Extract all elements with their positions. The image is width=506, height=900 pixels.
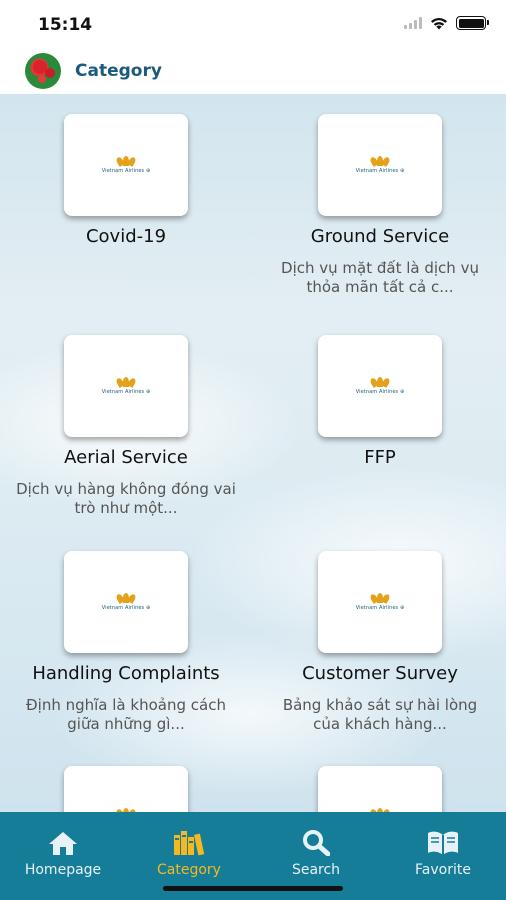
category-description: Dịch vụ mặt đất là dịch vụ thỏa mãn tất … [281, 259, 479, 296]
category-card[interactable]: Vietnam Airlines ⊕ [260, 766, 500, 812]
category-grid[interactable]: Vietnam Airlines ⊕ Covid-19 Vietnam Airl… [0, 94, 506, 812]
category-thumbnail[interactable]: Vietnam Airlines ⊕ [318, 114, 442, 216]
category-thumbnail[interactable]: Vietnam Airlines ⊕ [64, 114, 188, 216]
tab-homepage[interactable]: Homepage [0, 828, 126, 878]
category-thumbnail[interactable]: Vietnam Airlines ⊕ [318, 335, 442, 437]
books-icon [174, 831, 205, 856]
category-thumbnail[interactable]: Vietnam Airlines ⊕ [64, 766, 188, 812]
tab-label: Homepage [24, 862, 102, 878]
category-card[interactable]: Vietnam Airlines ⊕ Ground Service Dịch v… [260, 114, 500, 297]
open-book-icon [428, 831, 458, 855]
category-card[interactable]: Vietnam Airlines ⊕ Aerial Service Dịch v… [6, 335, 246, 518]
status-icons [404, 16, 489, 30]
category-thumbnail[interactable]: Vietnam Airlines ⊕ [64, 335, 188, 437]
home-icon [49, 832, 77, 855]
home-indicator [163, 886, 343, 891]
category-card[interactable]: Vietnam Airlines ⊕ FFP [260, 335, 500, 480]
category-title: FFP [364, 447, 396, 468]
status-bar: 15:14 [0, 0, 506, 48]
category-thumbnail[interactable]: Vietnam Airlines ⊕ [318, 766, 442, 812]
page-title: Category [75, 61, 162, 81]
category-card[interactable]: Vietnam Airlines ⊕ Customer Survey Bảng … [260, 551, 500, 734]
app-logo[interactable] [25, 53, 61, 89]
category-card[interactable]: Vietnam Airlines ⊕ Covid-19 [6, 114, 246, 259]
category-description: Định nghĩa là khoảng cách giữa những gì.… [26, 696, 226, 733]
search-icon [303, 830, 330, 856]
tab-label: Category [157, 862, 221, 878]
vietnam-airlines-logo-icon: Vietnam Airlines ⊕ [356, 593, 405, 611]
category-thumbnail[interactable]: Vietnam Airlines ⊕ [64, 551, 188, 653]
tab-label: Favorite [415, 862, 471, 878]
vietnam-airlines-logo-icon: Vietnam Airlines ⊕ [356, 156, 405, 174]
tab-search[interactable]: Search [253, 828, 379, 878]
category-title: Customer Survey [302, 663, 458, 684]
vietnam-airlines-logo-icon: Vietnam Airlines ⊕ [102, 593, 151, 611]
category-title: Handling Complaints [32, 663, 220, 684]
wifi-icon [431, 17, 447, 29]
battery-icon [456, 16, 489, 30]
category-card[interactable]: Vietnam Airlines ⊕ Handling Complaints Đ… [6, 551, 246, 734]
vietnam-airlines-logo-icon: Vietnam Airlines ⊕ [356, 377, 405, 395]
signal-icon [404, 17, 422, 29]
tab-favorite[interactable]: Favorite [380, 828, 506, 878]
app-header: Category [0, 48, 506, 94]
category-title: Covid-19 [85, 226, 167, 247]
vietnam-airlines-logo-icon: Vietnam Airlines ⊕ [102, 377, 151, 395]
category-description: Bảng khảo sát sự hài lòng của khách hàng… [282, 696, 478, 733]
category-description: Dịch vụ hàng không đóng vai trò như một.… [16, 480, 236, 517]
category-title: Ground Service [310, 226, 450, 247]
tab-category[interactable]: Category [126, 828, 252, 878]
tab-label: Search [291, 862, 341, 878]
category-card[interactable]: Vietnam Airlines ⊕ [6, 766, 246, 812]
status-time: 15:14 [38, 15, 93, 35]
vietnam-airlines-logo-icon: Vietnam Airlines ⊕ [102, 156, 151, 174]
category-thumbnail[interactable]: Vietnam Airlines ⊕ [318, 551, 442, 653]
category-title: Aerial Service [64, 447, 188, 468]
